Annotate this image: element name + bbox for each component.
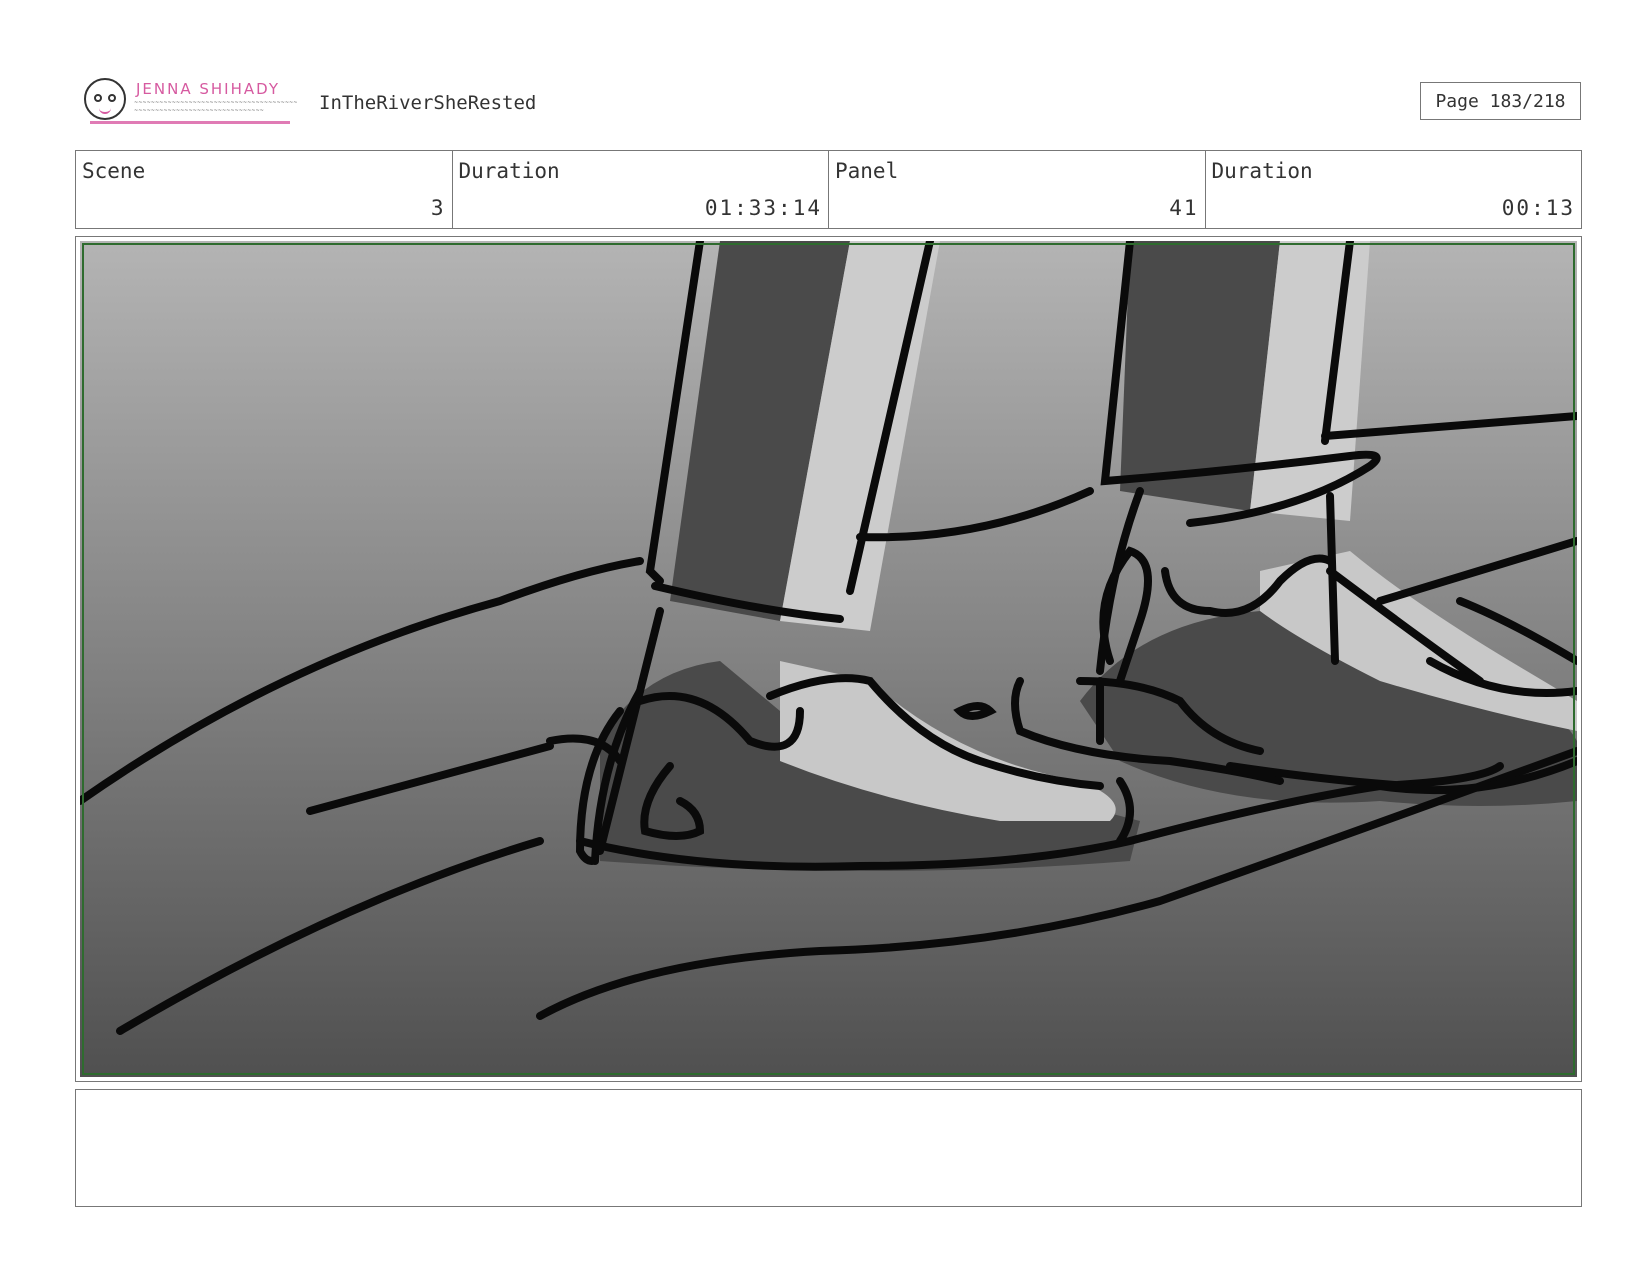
panel-duration-value: 00:13 xyxy=(1501,196,1575,220)
logo-underline xyxy=(90,121,290,124)
panel-label: Panel xyxy=(835,159,899,183)
storyboard-drawing xyxy=(80,241,1577,1077)
scene-duration-cell: Duration 01:33:14 xyxy=(453,151,829,228)
logo-name: JENNA SHIHADY xyxy=(136,80,281,98)
panel-info-row: Scene 3 Duration 01:33:14 Panel 41 Durat… xyxy=(75,150,1582,229)
panel-duration-cell: Duration 00:13 xyxy=(1206,151,1582,228)
logo-tagline: ~~~~~~~~~~~~~~~~~~~~~~~~~~~~~~~~~~~~~~~ xyxy=(134,100,298,106)
scene-duration-label: Duration xyxy=(458,159,560,183)
project-title: InTheRiverSheRested xyxy=(319,92,537,114)
avatar-face-icon xyxy=(84,78,126,120)
scene-cell: Scene 3 xyxy=(76,151,453,228)
panel-value: 41 xyxy=(1169,196,1199,220)
panel-cell: Panel 41 xyxy=(829,151,1206,228)
page-indicator: Page 183/218 xyxy=(1420,82,1581,120)
panel-notes xyxy=(75,1089,1582,1207)
studio-logo: JENNA SHIHADY ~~~~~~~~~~~~~~~~~~~~~~~~~~… xyxy=(84,74,297,126)
scene-duration-value: 01:33:14 xyxy=(704,196,822,220)
scene-value: 3 xyxy=(430,196,446,220)
logo-contact: ~~~~~~~~~~~~~~~~~~~~~~~~~~~~~~~ xyxy=(134,108,264,114)
panel-duration-label: Duration xyxy=(1211,159,1313,183)
storyboard-panel xyxy=(75,236,1582,1082)
scene-label: Scene xyxy=(82,159,146,183)
